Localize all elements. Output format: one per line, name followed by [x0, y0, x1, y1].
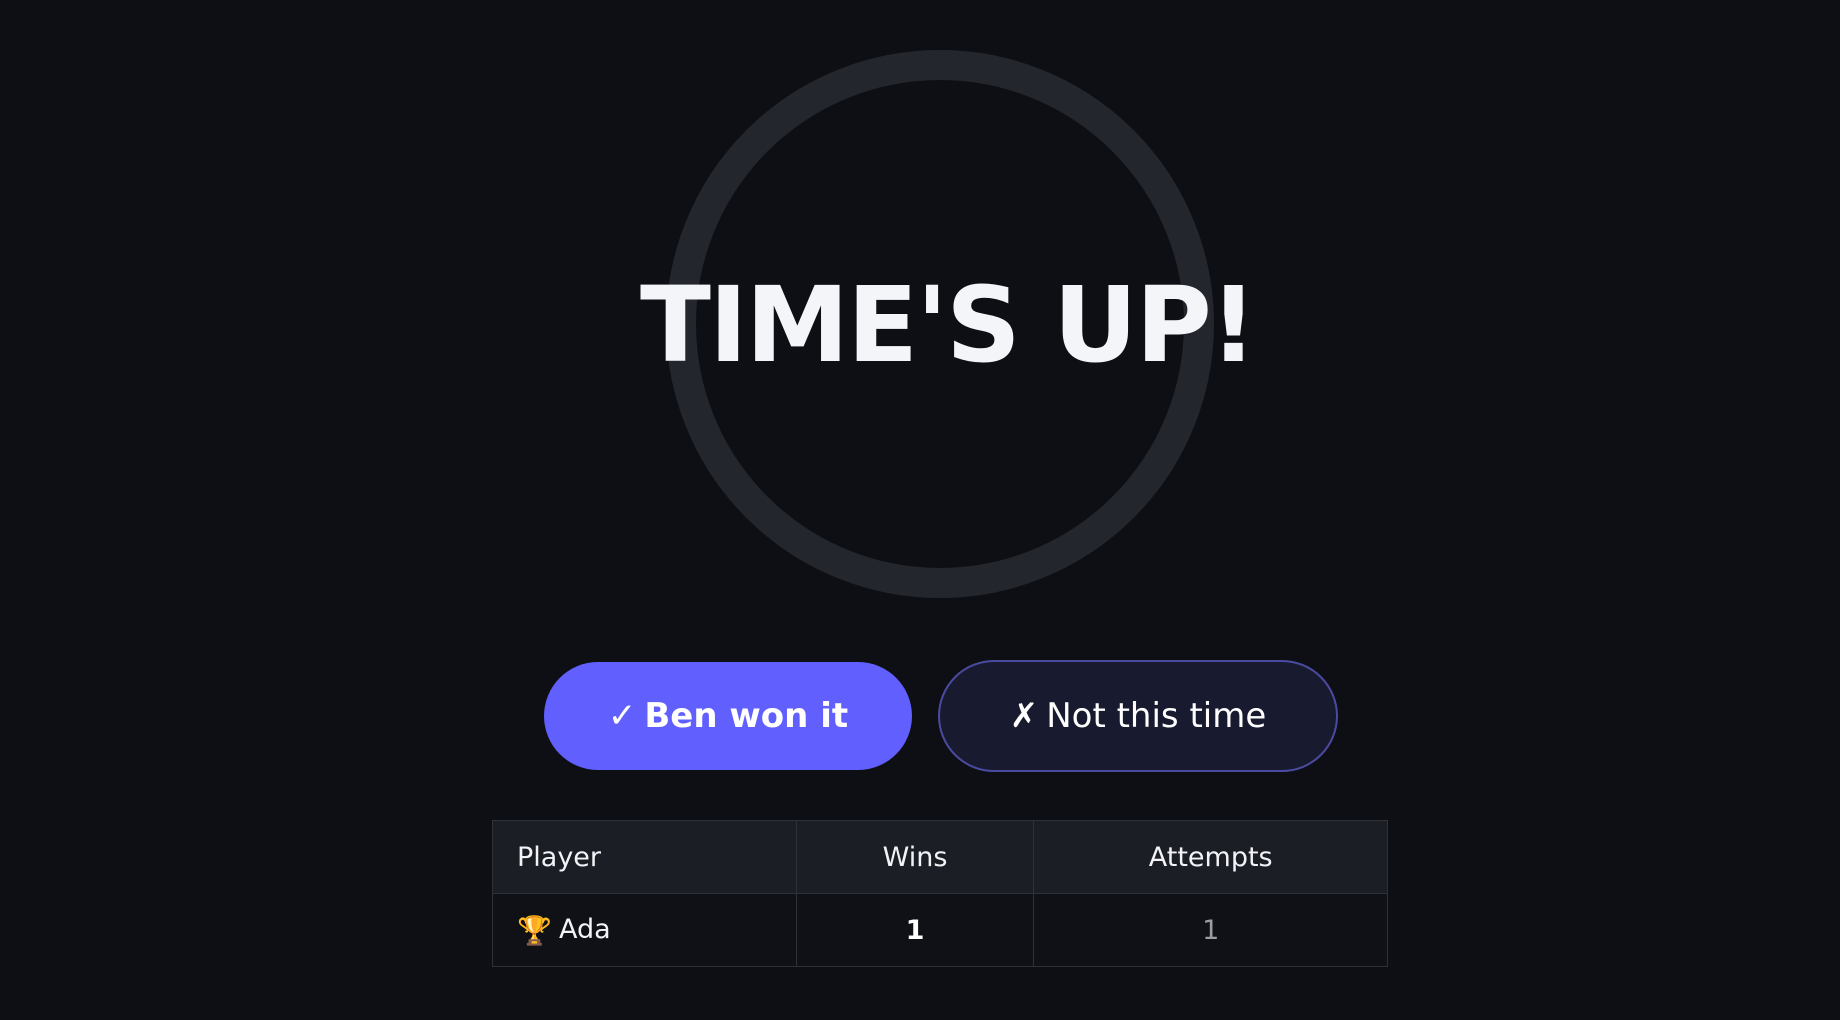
table-header-row: Player Wins Attempts	[492, 820, 1388, 894]
column-header-wins: Wins	[795, 820, 1035, 894]
scoreboard-table: Player Wins Attempts 🏆 Ada 1 1	[492, 820, 1388, 967]
player-cell: 🏆 Ada	[492, 893, 797, 967]
attempts-cell: 1	[1033, 893, 1388, 967]
won-it-button[interactable]: ✓ Ben won it	[544, 662, 912, 770]
wins-cell: 1	[795, 893, 1035, 967]
cross-icon: ✗	[1009, 696, 1039, 736]
player-name: Ada	[559, 913, 611, 945]
table-row: 🏆 Ada 1 1	[492, 893, 1388, 967]
column-header-player: Player	[492, 820, 797, 894]
not-this-time-button[interactable]: ✗ Not this time	[938, 660, 1338, 772]
column-header-attempts: Attempts	[1033, 820, 1388, 894]
game-screen: TIME'S UP! ✓ Ben won it ✗ Not this time …	[0, 0, 1840, 1020]
result-actions: ✓ Ben won it ✗ Not this time	[0, 660, 1840, 772]
trophy-icon: 🏆	[517, 913, 552, 947]
won-it-label: Ben won it	[644, 696, 849, 736]
timer-status-text: TIME'S UP!	[640, 264, 1257, 386]
check-icon: ✓	[607, 696, 637, 736]
not-this-time-label: Not this time	[1046, 696, 1267, 736]
